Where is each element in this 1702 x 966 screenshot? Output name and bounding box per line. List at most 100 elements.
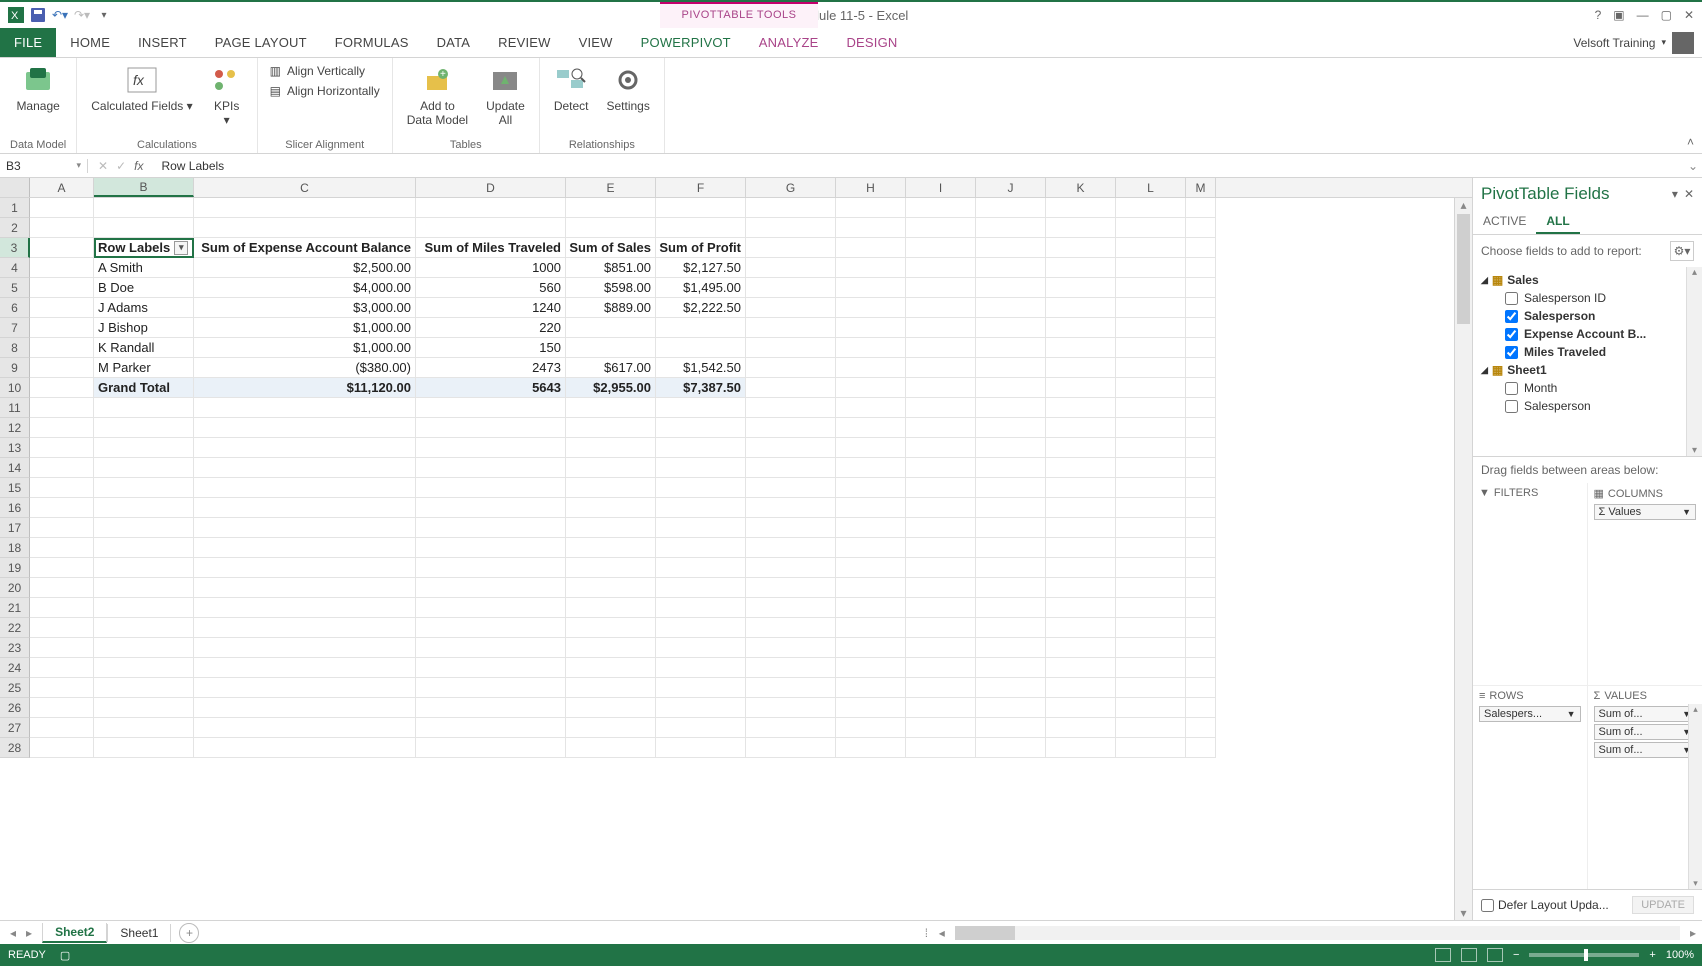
cell[interactable] <box>94 638 194 658</box>
cell[interactable] <box>976 478 1046 498</box>
cell[interactable] <box>1116 658 1186 678</box>
cell[interactable]: $3,000.00 <box>194 298 416 318</box>
cell[interactable] <box>836 298 906 318</box>
cell[interactable] <box>1116 498 1186 518</box>
cell[interactable] <box>836 438 906 458</box>
cell[interactable] <box>194 418 416 438</box>
select-all-button[interactable] <box>0 178 30 197</box>
cell[interactable] <box>906 298 976 318</box>
cell[interactable] <box>746 438 836 458</box>
cell[interactable] <box>906 358 976 378</box>
cell[interactable] <box>836 318 906 338</box>
calculated-fields-button[interactable]: fx Calculated Fields ▾ <box>87 62 196 116</box>
cell[interactable] <box>656 578 746 598</box>
cell[interactable] <box>836 698 906 718</box>
cell[interactable] <box>746 338 836 358</box>
row-header[interactable]: 12 <box>0 418 30 438</box>
row-header[interactable]: 21 <box>0 598 30 618</box>
cell[interactable] <box>1186 258 1216 278</box>
cell[interactable] <box>836 598 906 618</box>
cell[interactable] <box>1186 338 1216 358</box>
cell[interactable] <box>836 338 906 358</box>
cell[interactable]: Sum of Miles Traveled <box>416 238 566 258</box>
cell[interactable] <box>1186 558 1216 578</box>
cell[interactable] <box>94 738 194 758</box>
horizontal-scrollbar[interactable] <box>955 926 1680 940</box>
cell[interactable] <box>194 398 416 418</box>
cell[interactable] <box>1116 198 1186 218</box>
column-header[interactable]: E <box>566 178 656 197</box>
cell[interactable] <box>746 298 836 318</box>
cell[interactable] <box>976 418 1046 438</box>
cell[interactable] <box>1186 598 1216 618</box>
cell[interactable] <box>566 478 656 498</box>
field-item[interactable]: Salesperson <box>1477 307 1698 325</box>
cell[interactable] <box>836 238 906 258</box>
cell[interactable] <box>416 678 566 698</box>
tab-page-layout[interactable]: PAGE LAYOUT <box>201 28 321 57</box>
fields-dropdown-icon[interactable]: ▾ <box>1672 187 1678 201</box>
cell[interactable] <box>906 598 976 618</box>
cell[interactable] <box>30 378 94 398</box>
cell[interactable]: $598.00 <box>566 278 656 298</box>
cancel-icon[interactable]: ✕ <box>98 159 108 173</box>
cell[interactable] <box>194 558 416 578</box>
cell[interactable] <box>566 678 656 698</box>
cell[interactable] <box>1046 278 1116 298</box>
cell[interactable]: J Bishop <box>94 318 194 338</box>
cell[interactable]: $1,495.00 <box>656 278 746 298</box>
cell[interactable] <box>656 658 746 678</box>
sheet-nav[interactable]: ◂▸ <box>0 926 42 940</box>
cell[interactable] <box>906 638 976 658</box>
cell[interactable] <box>656 478 746 498</box>
cell[interactable] <box>566 738 656 758</box>
cell[interactable] <box>194 438 416 458</box>
column-header[interactable]: H <box>836 178 906 197</box>
cell[interactable] <box>30 258 94 278</box>
cell[interactable] <box>906 738 976 758</box>
cell[interactable] <box>976 378 1046 398</box>
cell[interactable] <box>836 558 906 578</box>
enter-icon[interactable]: ✓ <box>116 159 126 173</box>
cell[interactable] <box>1116 298 1186 318</box>
cell[interactable] <box>976 358 1046 378</box>
cell[interactable] <box>194 478 416 498</box>
cell[interactable] <box>746 418 836 438</box>
cell[interactable] <box>836 278 906 298</box>
vertical-scrollbar[interactable]: ▴ ▾ <box>1454 198 1472 920</box>
cell[interactable] <box>1186 298 1216 318</box>
cell[interactable] <box>836 398 906 418</box>
cell[interactable] <box>1116 358 1186 378</box>
zoom-level[interactable]: 100% <box>1666 949 1694 961</box>
cell[interactable] <box>416 598 566 618</box>
cell[interactable] <box>30 478 94 498</box>
cell[interactable] <box>976 558 1046 578</box>
cell[interactable] <box>746 518 836 538</box>
cell[interactable] <box>194 638 416 658</box>
cell[interactable] <box>746 278 836 298</box>
cell[interactable]: $2,127.50 <box>656 258 746 278</box>
cell[interactable] <box>746 558 836 578</box>
cell[interactable] <box>1046 338 1116 358</box>
zoom-out-button[interactable]: − <box>1513 949 1519 961</box>
cell[interactable] <box>906 198 976 218</box>
cell[interactable] <box>194 538 416 558</box>
cell[interactable]: Sum of Expense Account Balance <box>194 238 416 258</box>
sheet-tab-sheet1[interactable]: Sheet1 <box>107 924 171 942</box>
cell[interactable] <box>1186 498 1216 518</box>
cell[interactable] <box>30 338 94 358</box>
cell[interactable] <box>656 498 746 518</box>
cell[interactable] <box>906 278 976 298</box>
cell[interactable]: $1,542.50 <box>656 358 746 378</box>
rows-area[interactable]: ≡ROWS Salespers...▼ <box>1473 686 1588 889</box>
cell[interactable] <box>746 638 836 658</box>
minimize-icon[interactable]: — <box>1637 8 1649 22</box>
cell[interactable] <box>976 318 1046 338</box>
values-area[interactable]: ΣVALUES Sum of...▼Sum of...▼Sum of...▼ ▴… <box>1588 686 1702 889</box>
qat-dropdown-icon[interactable]: ▾ <box>96 7 112 23</box>
page-layout-view-button[interactable] <box>1461 948 1477 962</box>
row-header[interactable]: 27 <box>0 718 30 738</box>
cell[interactable] <box>1116 278 1186 298</box>
cell[interactable] <box>656 738 746 758</box>
cell[interactable] <box>976 538 1046 558</box>
